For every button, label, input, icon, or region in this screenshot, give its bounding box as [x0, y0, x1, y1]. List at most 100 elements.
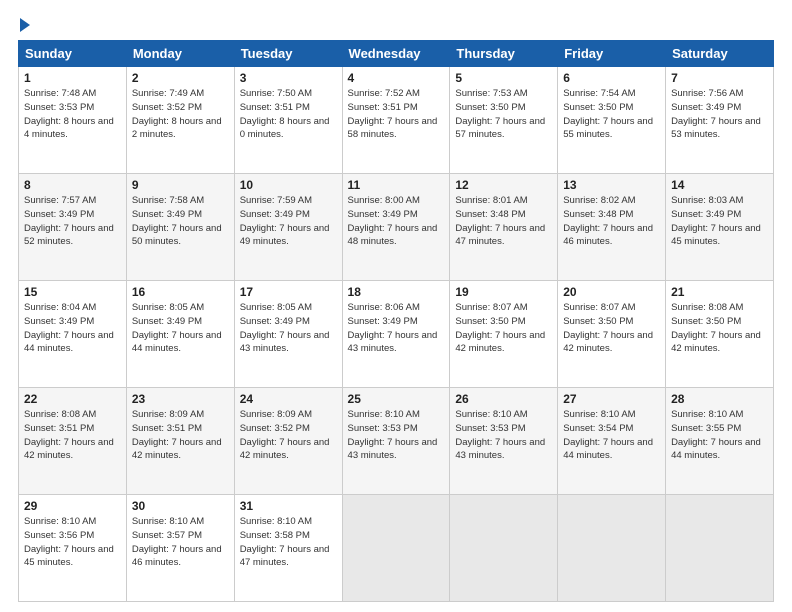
day-info: Sunrise: 7:56 AMSunset: 3:49 PMDaylight:…: [671, 87, 768, 142]
calendar-cell: 7 Sunrise: 7:56 AMSunset: 3:49 PMDaylight…: [666, 67, 774, 174]
calendar-cell: 13 Sunrise: 8:02 AMSunset: 3:48 PMDayligh…: [558, 174, 666, 281]
day-info: Sunrise: 8:04 AMSunset: 3:49 PMDaylight:…: [24, 301, 121, 356]
week-row-3: 15Sunrise: 8:04 AMSunset: 3:49 PMDayligh…: [19, 281, 774, 388]
day-info: Sunrise: 7:57 AMSunset: 3:49 PMDaylight:…: [24, 194, 121, 249]
calendar-cell: 8 Sunrise: 7:57 AMSunset: 3:49 PMDaylight…: [19, 174, 127, 281]
day-info: Sunrise: 8:08 AMSunset: 3:51 PMDaylight:…: [24, 408, 121, 463]
calendar-cell: 6 Sunrise: 7:54 AMSunset: 3:50 PMDaylight…: [558, 67, 666, 174]
day-info: Sunrise: 8:00 AMSunset: 3:49 PMDaylight:…: [348, 194, 445, 249]
day-number: 25: [348, 392, 445, 406]
page: SundayMondayTuesdayWednesdayThursdayFrid…: [0, 0, 792, 612]
calendar-cell: 11 Sunrise: 8:00 AMSunset: 3:49 PMDayligh…: [342, 174, 450, 281]
calendar-cell: 12Sunrise: 8:01 AMSunset: 3:48 PMDayligh…: [450, 174, 558, 281]
day-number: 4: [348, 71, 445, 85]
day-info: Sunrise: 7:48 AMSunset: 3:53 PMDaylight:…: [24, 87, 121, 142]
day-number: 13: [563, 178, 660, 192]
calendar-cell: 5 Sunrise: 7:53 AMSunset: 3:50 PMDaylight…: [450, 67, 558, 174]
day-info: Sunrise: 8:09 AMSunset: 3:52 PMDaylight:…: [240, 408, 337, 463]
day-number: 27: [563, 392, 660, 406]
day-number: 30: [132, 499, 229, 513]
day-number: 8: [24, 178, 121, 192]
week-row-4: 22 Sunrise: 8:08 AMSunset: 3:51 PMDayligh…: [19, 388, 774, 495]
day-info: Sunrise: 8:02 AMSunset: 3:48 PMDaylight:…: [563, 194, 660, 249]
day-info: Sunrise: 8:07 AMSunset: 3:50 PMDaylight:…: [563, 301, 660, 356]
day-info: Sunrise: 8:10 AMSunset: 3:58 PMDaylight:…: [240, 515, 337, 570]
calendar-cell: 25 Sunrise: 8:10 AMSunset: 3:53 PMDayligh…: [342, 388, 450, 495]
col-header-thursday: Thursday: [450, 41, 558, 67]
day-info: Sunrise: 8:10 AMSunset: 3:57 PMDaylight:…: [132, 515, 229, 570]
calendar-cell: [666, 495, 774, 602]
header: [18, 16, 774, 32]
day-number: 1: [24, 71, 121, 85]
calendar-cell: 26 Sunrise: 8:10 AMSunset: 3:53 PMDayligh…: [450, 388, 558, 495]
calendar-cell: 23 Sunrise: 8:09 AMSunset: 3:51 PMDayligh…: [126, 388, 234, 495]
day-number: 24: [240, 392, 337, 406]
day-info: Sunrise: 8:05 AMSunset: 3:49 PMDaylight:…: [240, 301, 337, 356]
day-info: Sunrise: 8:05 AMSunset: 3:49 PMDaylight:…: [132, 301, 229, 356]
header-row: SundayMondayTuesdayWednesdayThursdayFrid…: [19, 41, 774, 67]
day-info: Sunrise: 8:07 AMSunset: 3:50 PMDaylight:…: [455, 301, 552, 356]
day-info: Sunrise: 8:10 AMSunset: 3:56 PMDaylight:…: [24, 515, 121, 570]
day-info: Sunrise: 8:09 AMSunset: 3:51 PMDaylight:…: [132, 408, 229, 463]
calendar-cell: 24 Sunrise: 8:09 AMSunset: 3:52 PMDayligh…: [234, 388, 342, 495]
day-info: Sunrise: 8:10 AMSunset: 3:53 PMDaylight:…: [348, 408, 445, 463]
day-info: Sunrise: 7:53 AMSunset: 3:50 PMDaylight:…: [455, 87, 552, 142]
calendar-cell: 21Sunrise: 8:08 AMSunset: 3:50 PMDayligh…: [666, 281, 774, 388]
day-number: 20: [563, 285, 660, 299]
calendar-cell: 27 Sunrise: 8:10 AMSunset: 3:54 PMDayligh…: [558, 388, 666, 495]
logo-arrow-icon: [20, 18, 30, 32]
day-info: Sunrise: 7:52 AMSunset: 3:51 PMDaylight:…: [348, 87, 445, 142]
col-header-friday: Friday: [558, 41, 666, 67]
day-number: 23: [132, 392, 229, 406]
day-number: 11: [348, 178, 445, 192]
day-info: Sunrise: 7:58 AMSunset: 3:49 PMDaylight:…: [132, 194, 229, 249]
col-header-tuesday: Tuesday: [234, 41, 342, 67]
day-info: Sunrise: 7:49 AMSunset: 3:52 PMDaylight:…: [132, 87, 229, 142]
day-number: 18: [348, 285, 445, 299]
day-info: Sunrise: 7:59 AMSunset: 3:49 PMDaylight:…: [240, 194, 337, 249]
calendar-cell: 19 Sunrise: 8:07 AMSunset: 3:50 PMDayligh…: [450, 281, 558, 388]
day-number: 2: [132, 71, 229, 85]
day-info: Sunrise: 8:10 AMSunset: 3:54 PMDaylight:…: [563, 408, 660, 463]
calendar-table: SundayMondayTuesdayWednesdayThursdayFrid…: [18, 40, 774, 602]
day-number: 17: [240, 285, 337, 299]
day-number: 5: [455, 71, 552, 85]
day-info: Sunrise: 8:01 AMSunset: 3:48 PMDaylight:…: [455, 194, 552, 249]
logo: [18, 16, 30, 32]
day-number: 19: [455, 285, 552, 299]
col-header-saturday: Saturday: [666, 41, 774, 67]
day-number: 22: [24, 392, 121, 406]
day-number: 16: [132, 285, 229, 299]
day-number: 31: [240, 499, 337, 513]
week-row-2: 8 Sunrise: 7:57 AMSunset: 3:49 PMDaylight…: [19, 174, 774, 281]
calendar-cell: 15Sunrise: 8:04 AMSunset: 3:49 PMDayligh…: [19, 281, 127, 388]
calendar-cell: 3 Sunrise: 7:50 AMSunset: 3:51 PMDaylight…: [234, 67, 342, 174]
calendar-cell: 29 Sunrise: 8:10 AMSunset: 3:56 PMDayligh…: [19, 495, 127, 602]
calendar-cell: 16 Sunrise: 8:05 AMSunset: 3:49 PMDayligh…: [126, 281, 234, 388]
week-row-5: 29 Sunrise: 8:10 AMSunset: 3:56 PMDayligh…: [19, 495, 774, 602]
day-info: Sunrise: 8:03 AMSunset: 3:49 PMDaylight:…: [671, 194, 768, 249]
day-info: Sunrise: 8:10 AMSunset: 3:55 PMDaylight:…: [671, 408, 768, 463]
calendar-cell: 4 Sunrise: 7:52 AMSunset: 3:51 PMDaylight…: [342, 67, 450, 174]
day-info: Sunrise: 8:10 AMSunset: 3:53 PMDaylight:…: [455, 408, 552, 463]
day-info: Sunrise: 7:54 AMSunset: 3:50 PMDaylight:…: [563, 87, 660, 142]
day-number: 6: [563, 71, 660, 85]
day-info: Sunrise: 8:06 AMSunset: 3:49 PMDaylight:…: [348, 301, 445, 356]
calendar-cell: [342, 495, 450, 602]
day-number: 10: [240, 178, 337, 192]
day-number: 26: [455, 392, 552, 406]
calendar-cell: 1 Sunrise: 7:48 AMSunset: 3:53 PMDaylight…: [19, 67, 127, 174]
day-number: 29: [24, 499, 121, 513]
day-number: 7: [671, 71, 768, 85]
col-header-sunday: Sunday: [19, 41, 127, 67]
day-info: Sunrise: 7:50 AMSunset: 3:51 PMDaylight:…: [240, 87, 337, 142]
calendar-cell: 28Sunrise: 8:10 AMSunset: 3:55 PMDayligh…: [666, 388, 774, 495]
calendar-cell: 14 Sunrise: 8:03 AMSunset: 3:49 PMDayligh…: [666, 174, 774, 281]
calendar-cell: 18 Sunrise: 8:06 AMSunset: 3:49 PMDayligh…: [342, 281, 450, 388]
day-number: 9: [132, 178, 229, 192]
calendar-cell: 30 Sunrise: 8:10 AMSunset: 3:57 PMDayligh…: [126, 495, 234, 602]
week-row-1: 1 Sunrise: 7:48 AMSunset: 3:53 PMDaylight…: [19, 67, 774, 174]
day-number: 14: [671, 178, 768, 192]
calendar-cell: 20 Sunrise: 8:07 AMSunset: 3:50 PMDayligh…: [558, 281, 666, 388]
day-number: 3: [240, 71, 337, 85]
